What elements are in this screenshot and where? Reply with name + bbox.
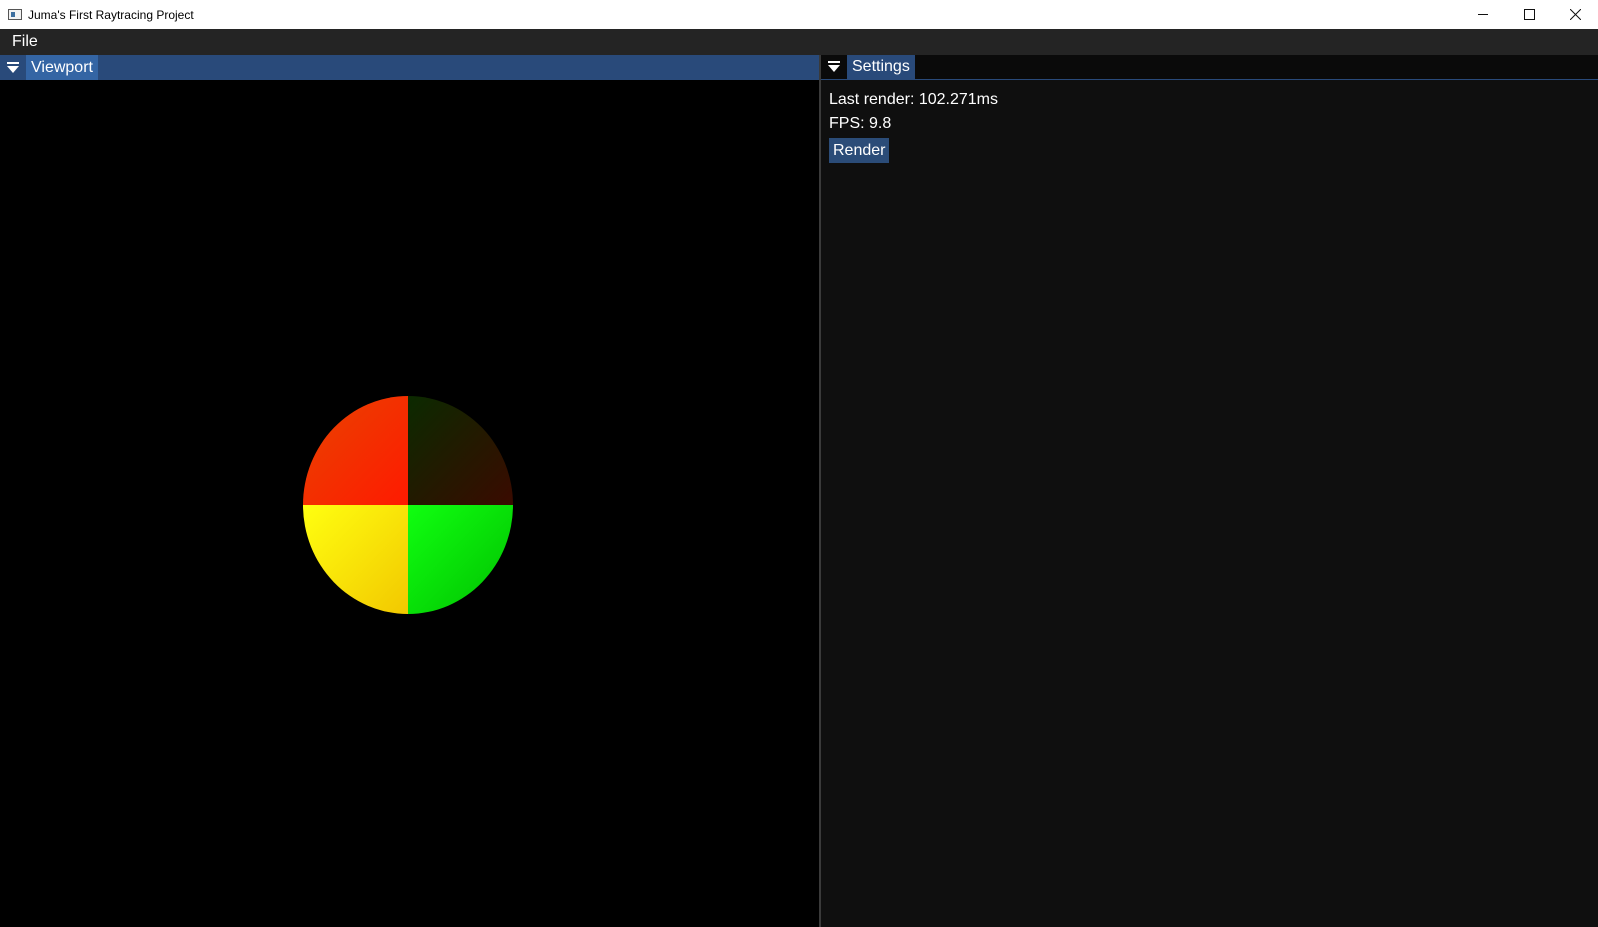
close-icon [1569,9,1581,20]
maximize-icon [1523,9,1535,20]
sphere-quadrant-bottom-right [408,505,513,614]
viewport-panel: Viewport [0,55,819,927]
sphere-quadrant-top-left [303,396,408,505]
window-controls [1460,0,1598,29]
fps-readout: FPS: 9.8 [829,115,892,132]
collapse-arrow-icon[interactable] [0,55,26,80]
last-render-time: Last render: 102.271ms [829,91,998,108]
close-button[interactable] [1552,0,1598,29]
minimize-button[interactable] [1460,0,1506,29]
window-titlebar: Juma's First Raytracing Project [0,0,1598,29]
sphere-quadrant-bottom-left [303,505,408,614]
minimize-icon [1477,14,1488,15]
render-canvas [303,396,513,614]
sphere-quadrant-top-right [408,396,513,505]
window-title: Juma's First Raytracing Project [28,7,194,22]
app-icon [8,9,22,20]
tab-settings[interactable]: Settings [847,54,915,80]
render-button[interactable]: Render [829,138,890,163]
settings-body: Last render: 102.271ms FPS: 9.8 Render [821,80,1598,171]
settings-header: Settings [821,54,1598,80]
viewport-header: Viewport [0,55,819,80]
tab-viewport[interactable]: Viewport [26,55,98,80]
menu-file[interactable]: File [0,33,50,51]
menu-bar: File [0,29,1598,55]
settings-panel: Settings Last render: 102.271ms FPS: 9.8… [821,54,1598,927]
collapse-arrow-icon[interactable] [821,55,847,80]
maximize-button[interactable] [1506,0,1552,29]
